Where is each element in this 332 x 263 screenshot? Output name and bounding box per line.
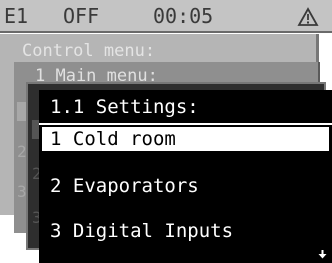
control-menu-title: Control menu:	[22, 41, 156, 61]
power-state: OFF	[63, 4, 100, 28]
menu-item-cold-room[interactable]: 1 Cold room	[42, 127, 329, 151]
warning-icon	[297, 7, 319, 26]
clock: 00:05	[153, 4, 214, 28]
scroll-down-icon	[318, 250, 327, 259]
settings-title: 1.1 Settings:	[50, 96, 199, 118]
unit-id: E1	[4, 4, 29, 28]
settings-screen: 1.1 Settings: 1 Cold room 2 Evaporators …	[39, 90, 332, 263]
menu-item-evaporators[interactable]: 2 Evaporators	[42, 174, 329, 198]
menu-item-digital-inputs[interactable]: 3 Digital Inputs	[42, 219, 329, 243]
status-bar: E1 OFF 00:05	[0, 0, 332, 33]
title-divider	[39, 123, 332, 125]
